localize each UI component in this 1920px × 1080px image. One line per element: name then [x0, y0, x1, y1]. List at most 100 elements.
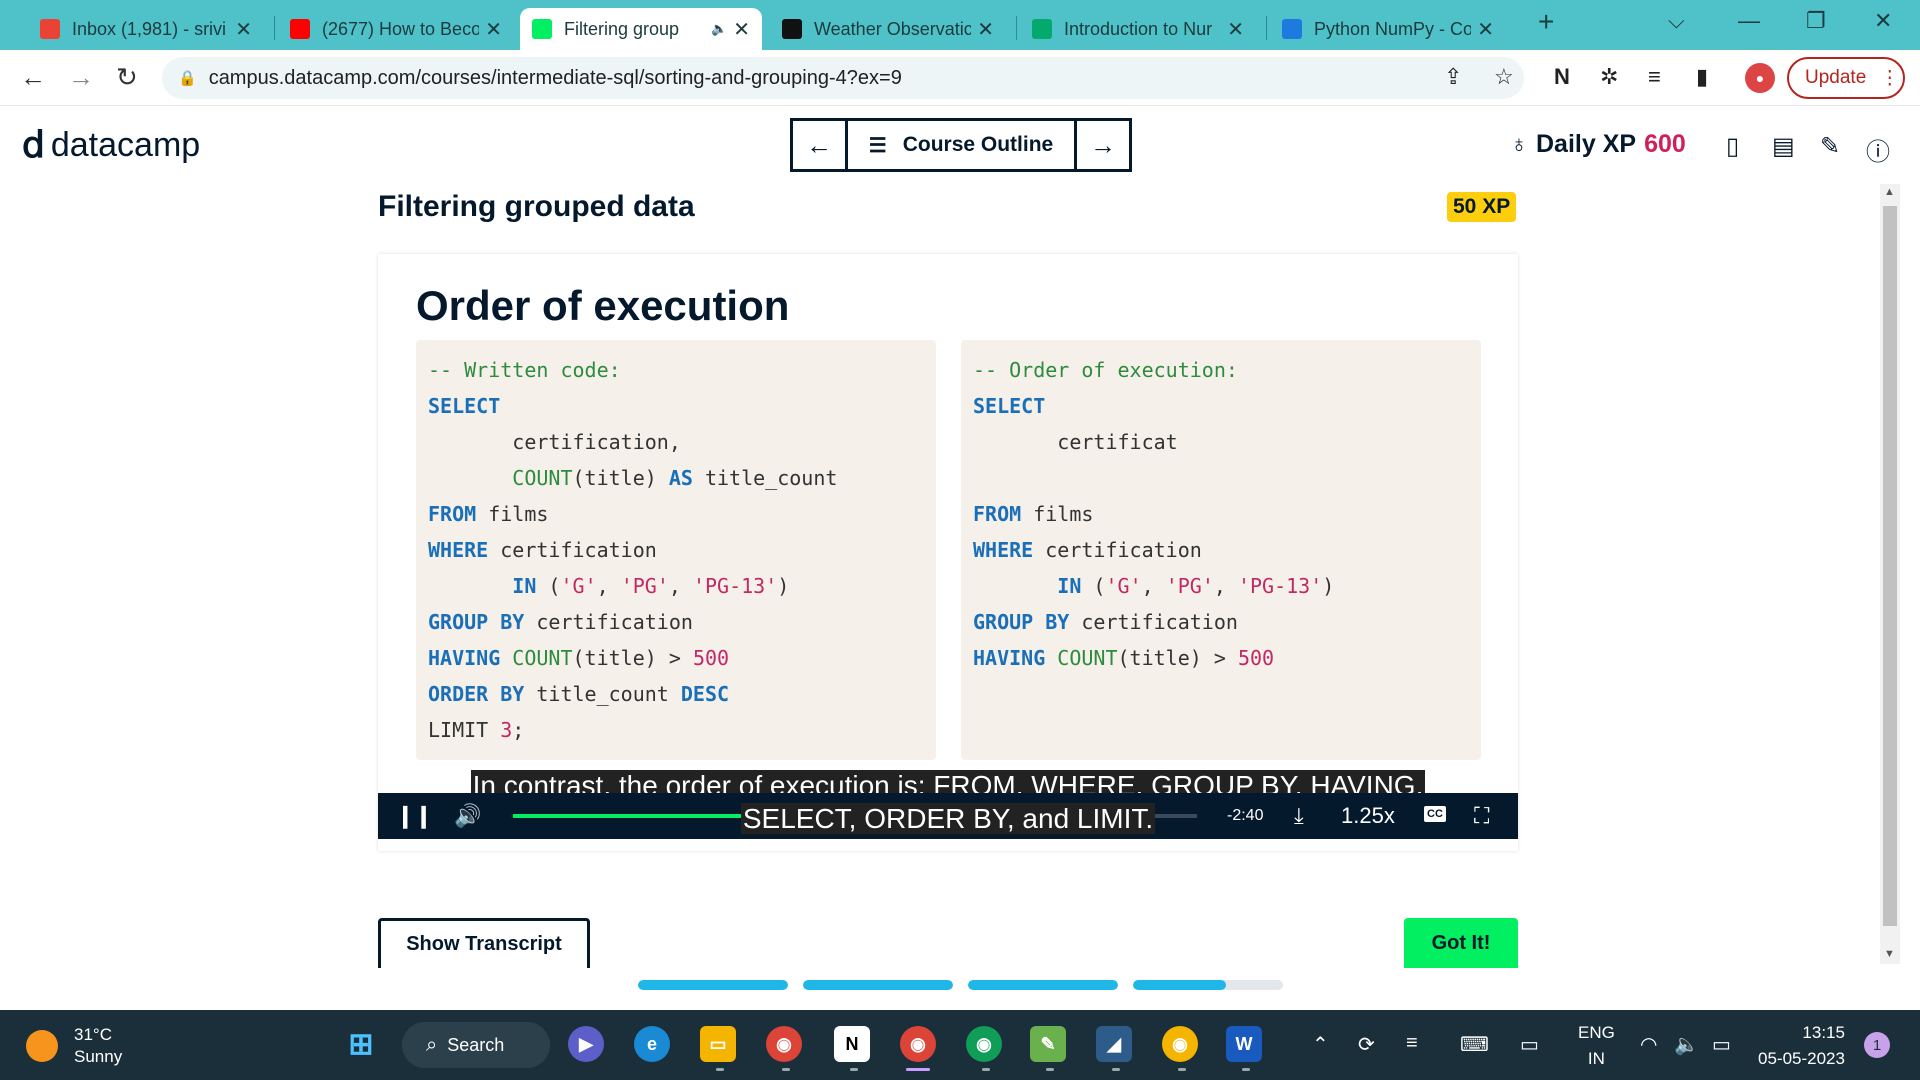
reload-icon[interactable]: ↻	[116, 62, 138, 93]
edit-notes-icon[interactable]: ✎	[1820, 132, 1840, 161]
weather-widget[interactable]: 31°C Sunny	[26, 1024, 122, 1068]
browser-tab-strip: ⌵ — ❐ ✕ Inbox (1,981) - srivi ✕ (2677) How…	[0, 0, 1920, 50]
side-panel-icon[interactable]: ▮	[1696, 64, 1708, 90]
code-token: certification	[488, 538, 657, 562]
browser-tab[interactable]: Weather Observatic ✕	[770, 8, 1006, 50]
code-line: FROM films	[428, 496, 924, 532]
code-token: ,	[1141, 574, 1166, 598]
code-line: FROM films	[973, 496, 1469, 532]
datacamp-logo[interactable]: 𝖽 datacamp	[22, 124, 200, 166]
got-it-button[interactable]: Got It!	[1404, 918, 1518, 968]
keyboard-icon[interactable]: ⌨	[1460, 1032, 1489, 1057]
browser-tab[interactable]: Introduction to Nur ✕	[1020, 8, 1256, 50]
back-icon[interactable]: ←	[20, 62, 46, 93]
notion-extension-icon[interactable]: N	[1554, 64, 1570, 90]
sync-icon[interactable]: ⟳	[1358, 1032, 1375, 1057]
chrome-profile-2-icon[interactable]: ◉	[966, 1026, 1002, 1062]
code-token: title_count	[692, 466, 838, 490]
windows-start-icon[interactable]: ⊞	[343, 1026, 379, 1062]
close-window-icon[interactable]: ✕	[1874, 8, 1892, 34]
code-token: SELECT	[428, 394, 501, 418]
url-bar[interactable]: 🔒 campus.datacamp.com/courses/intermedia…	[162, 57, 1524, 99]
course-outline-button[interactable]: ☰ Course Outline	[845, 121, 1077, 169]
lock-icon[interactable]: 🔒	[178, 69, 197, 87]
previous-exercise-button[interactable]: ←	[793, 121, 845, 169]
wifi-icon[interactable]: ◠	[1640, 1032, 1657, 1057]
notion-icon[interactable]: N	[834, 1026, 870, 1062]
file-explorer-icon[interactable]: ▭	[700, 1026, 736, 1062]
code-line: COUNT(title) AS title_count	[428, 460, 924, 496]
show-transcript-button[interactable]: Show Transcript	[378, 918, 590, 968]
chrome-profile-3-icon[interactable]: ◉	[1162, 1026, 1198, 1062]
bookmark-star-icon[interactable]: ☆	[1494, 64, 1514, 90]
close-tab-icon[interactable]: ✕	[733, 17, 750, 42]
chrome-icon[interactable]: ◉	[766, 1026, 802, 1062]
code-block-execution: -- Order of execution: SELECT certificat F…	[961, 340, 1481, 760]
tab-search-icon[interactable]: ⌵	[1668, 8, 1685, 34]
mysql-icon[interactable]: ◢	[1096, 1026, 1132, 1062]
video-slide[interactable]: Order of execution -- Written code: SELEC…	[378, 254, 1518, 851]
browser-tab[interactable]: Python NumPy - Co ✕	[1270, 8, 1506, 50]
teams-icon[interactable]: ▶	[568, 1026, 604, 1062]
slide-heading: Order of execution	[416, 282, 790, 329]
new-tab-button[interactable]: +	[1538, 6, 1554, 38]
next-exercise-button[interactable]: →	[1077, 121, 1129, 169]
tablet-icon[interactable]: ▭	[1520, 1032, 1539, 1057]
code-token: (	[1081, 574, 1106, 598]
report-issue-icon[interactable]: ⓘ	[1866, 132, 1890, 167]
gmail-icon	[40, 19, 60, 39]
close-tab-icon[interactable]: ✕	[977, 17, 994, 42]
page-scrollbar[interactable]: ▲ ▼	[1880, 184, 1900, 964]
scroll-down-icon[interactable]: ▼	[1884, 948, 1895, 960]
profile-avatar[interactable]: ●	[1745, 63, 1775, 93]
scrollbar-thumb[interactable]	[1883, 206, 1897, 926]
datacamp-logo-icon: 𝖽	[22, 124, 45, 165]
code-token: (title)	[572, 466, 669, 490]
clock-date: 05-05-2023	[1758, 1049, 1845, 1068]
tab-title: Introduction to Nur	[1064, 18, 1213, 39]
browser-tab[interactable]: Inbox (1,981) - srivi ✕	[28, 8, 264, 50]
close-tab-icon[interactable]: ✕	[235, 17, 252, 42]
restore-icon[interactable]: ❐	[1806, 8, 1826, 34]
media-control-icon[interactable]: ≡	[1648, 64, 1661, 90]
search-icon: ⌕	[426, 1033, 438, 1056]
speaker-icon[interactable]: 🔈	[1674, 1032, 1699, 1057]
code-token: title_count	[524, 682, 681, 706]
close-tab-icon[interactable]: ✕	[1227, 17, 1244, 42]
battery-icon[interactable]: ▭	[1712, 1032, 1731, 1057]
paint-icon[interactable]: ✎	[1030, 1026, 1066, 1062]
browser-tab[interactable]: Filtering group 🔈 ✕	[520, 8, 762, 50]
chrome-profile-icon[interactable]: ◉	[900, 1026, 936, 1062]
w3-icon	[1032, 19, 1052, 39]
code-line: HAVING COUNT(title) > 500	[973, 640, 1469, 676]
media-queue-icon[interactable]: ≡	[1406, 1032, 1418, 1055]
update-button[interactable]: Update ⋮	[1787, 57, 1905, 99]
code-token: 'PG'	[1165, 574, 1214, 598]
running-indicator	[982, 1068, 990, 1071]
edge-icon[interactable]: e	[634, 1026, 670, 1062]
code-line: WHERE certification	[428, 532, 924, 568]
notification-badge[interactable]: 1	[1864, 1032, 1890, 1058]
close-tab-icon[interactable]: ✕	[485, 17, 502, 42]
scroll-up-icon[interactable]: ▲	[1884, 186, 1895, 198]
code-token: COUNT	[1057, 646, 1118, 670]
word-icon[interactable]: W	[1226, 1026, 1262, 1062]
extensions-puzzle-icon[interactable]: ✲	[1600, 64, 1618, 90]
tab-audio-icon[interactable]: 🔈	[711, 21, 727, 37]
taskbar-search[interactable]: ⌕ Search	[402, 1022, 550, 1068]
forward-icon[interactable]: →	[68, 62, 94, 93]
code-token: WHERE	[428, 538, 489, 562]
mobile-icon[interactable]: ▯	[1726, 132, 1739, 161]
weather-condition: Sunny	[74, 1047, 123, 1066]
system-clock[interactable]: 13:15 05-05-2023	[1758, 1020, 1845, 1072]
browser-tab[interactable]: (2677) How to Beco ✕	[278, 8, 514, 50]
language-indicator[interactable]: ENG IN	[1578, 1020, 1615, 1072]
share-icon[interactable]: ⇪	[1444, 64, 1462, 90]
chevron-up-icon[interactable]: ⌃	[1312, 1032, 1329, 1057]
minimize-icon[interactable]: —	[1738, 8, 1760, 34]
slides-icon[interactable]: ▤	[1772, 132, 1795, 161]
close-tab-icon[interactable]: ✕	[1477, 17, 1494, 42]
hamburger-icon: ☰	[868, 134, 887, 157]
